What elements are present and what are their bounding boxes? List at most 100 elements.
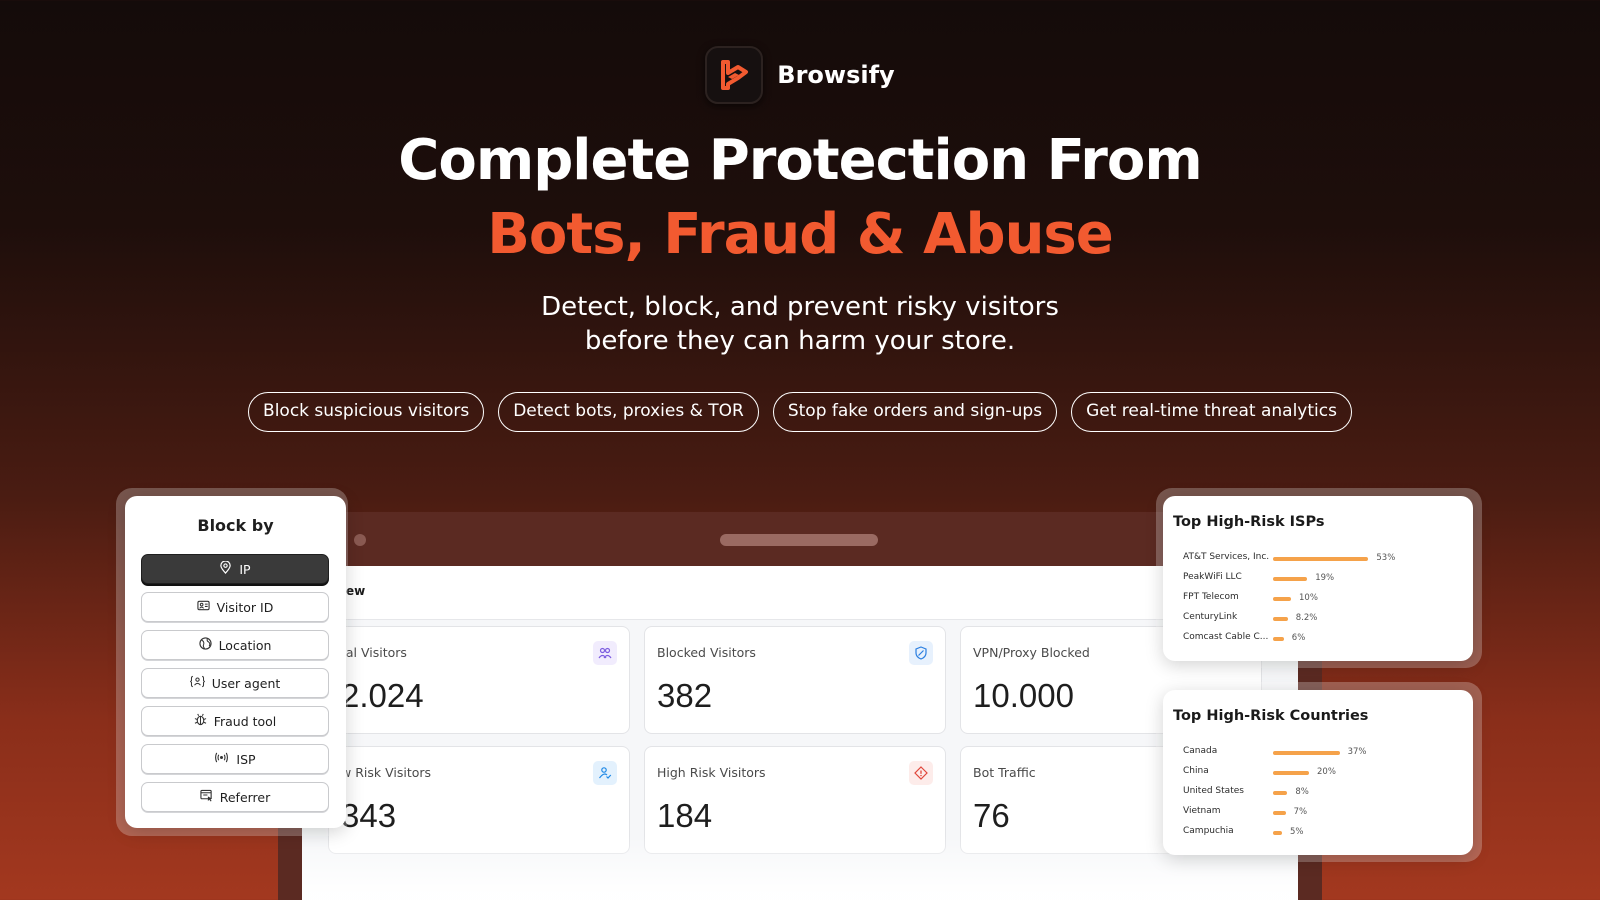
block-by-label: Location [218, 637, 272, 653]
stat-label: Bot Traffic [973, 765, 1036, 780]
block-by-location-button[interactable]: Location [141, 630, 329, 660]
country-pct: 5% [1290, 827, 1304, 837]
stat-value: 382 [657, 677, 713, 714]
hero-subtitle-line1: Detect, block, and prevent risky visitor… [541, 292, 1059, 322]
block-by-label: Fraud tool [213, 713, 277, 729]
isp-bar [1273, 557, 1369, 561]
isp-row: CenturyLink 8.2% [1183, 612, 1463, 626]
isp-name: AT&T Services, Inc. [1183, 552, 1270, 562]
country-name: Canada [1183, 746, 1218, 756]
stat-value: 2.024 [341, 677, 424, 714]
isp-bar [1273, 637, 1284, 641]
warning-diamond-icon [909, 761, 933, 785]
top-countries-title: Top High-Risk Countries [1173, 708, 1369, 724]
stat-label: tal Visitors [341, 645, 407, 660]
country-name: China [1183, 766, 1209, 776]
block-by-ip-button[interactable]: IP [141, 554, 329, 584]
country-pct: 7% [1293, 807, 1308, 817]
stat-label: Blocked Visitors [657, 645, 756, 660]
country-bar [1273, 811, 1286, 815]
isp-pct: 6% [1291, 633, 1306, 643]
block-by-fraud-tool-button[interactable]: Fraud tool [141, 706, 329, 736]
country-name: United States [1183, 786, 1244, 796]
block-by-visitor-id-button[interactable]: Visitor ID [141, 592, 329, 622]
users-icon [593, 641, 617, 665]
isp-pct: 10% [1299, 593, 1318, 603]
country-name: Campuchia [1183, 826, 1234, 836]
block-by-user-agent-button[interactable]: User agent [141, 668, 329, 698]
block-by-label: User agent [211, 675, 281, 691]
pill-threat-analytics: Get real-time threat analytics [1071, 392, 1352, 432]
hero-subtitle-line2: before they can harm your store. [584, 326, 1016, 356]
stat-value: 184 [657, 797, 713, 834]
location-pin-icon [219, 560, 232, 577]
stat-value: 10.000 [973, 677, 1074, 714]
dashboard-screen: ew tal Visitors 2.024 Blocked Visitors 3… [302, 566, 1298, 900]
country-row: Vietnam 7% [1183, 806, 1463, 820]
block-by-label: ISP [236, 751, 256, 767]
country-row: Campuchia 5% [1183, 826, 1463, 840]
broadcast-icon [214, 751, 229, 767]
block-by-label: Referrer [219, 789, 271, 805]
brand-name: Browsify [777, 61, 895, 89]
bug-icon [194, 713, 207, 729]
block-by-card: Block by IP Visitor ID Location User age… [125, 496, 346, 828]
hero-subtitle: Detect, block, and prevent risky visitor… [0, 290, 1600, 358]
isp-row: PeakWiFi LLC 19% [1183, 572, 1463, 586]
block-by-title: Block by [197, 516, 274, 535]
camera-dot [354, 534, 366, 546]
stat-value: 76 [973, 797, 1010, 834]
stat-value: 343 [341, 797, 397, 834]
user-agent-icon [189, 675, 205, 691]
country-bar [1273, 831, 1282, 835]
brand-header: Browsify [0, 46, 1600, 104]
user-check-icon [593, 761, 617, 785]
stat-label: High Risk Visitors [657, 765, 766, 780]
screen-fade [302, 836, 1298, 900]
id-card-icon [197, 599, 210, 615]
isp-pct: 19% [1315, 573, 1335, 583]
top-countries-card: Top High-Risk Countries Canada 37% China 20… [1163, 690, 1473, 855]
country-pct: 37% [1347, 747, 1367, 757]
isp-row: FPT Telecom 10% [1183, 592, 1463, 606]
shield-blocked-icon [909, 641, 933, 665]
isp-name: FPT Telecom [1183, 592, 1239, 602]
block-by-isp-button[interactable]: ISP [141, 744, 329, 774]
browsify-logo-icon [705, 46, 764, 104]
feature-pills: Block suspicious visitors Detect bots, p… [0, 392, 1600, 432]
country-name: Vietnam [1183, 806, 1221, 816]
hero-title: Complete Protection From Bots, Fraud & A… [0, 128, 1600, 268]
isp-row: Comcast Cable C... 6% [1183, 632, 1463, 646]
stat-card-blocked-visitors[interactable]: Blocked Visitors 382 [644, 626, 946, 734]
isp-bar [1273, 597, 1291, 601]
referrer-icon [200, 789, 213, 805]
pill-stop-fake-orders: Stop fake orders and sign-ups [772, 392, 1058, 432]
block-by-label: IP [239, 561, 251, 577]
pill-detect-bots: Detect bots, proxies & TOR [498, 392, 759, 432]
block-by-referrer-button[interactable]: Referrer [141, 782, 329, 812]
globe-icon [198, 637, 212, 653]
block-by-label: Visitor ID [216, 599, 274, 615]
isp-bar [1273, 617, 1288, 621]
stat-label: w Risk Visitors [341, 765, 432, 780]
country-row: China 20% [1183, 766, 1463, 780]
country-pct: 20% [1317, 767, 1336, 777]
country-row: United States 8% [1183, 786, 1463, 800]
isp-bar [1273, 577, 1308, 581]
isp-row: AT&T Services, Inc. 53% [1183, 552, 1463, 566]
isp-pct: 8.2% [1295, 613, 1318, 623]
country-bar [1273, 791, 1288, 795]
dashboard-header: ew [302, 566, 1298, 620]
isp-pct: 53% [1376, 553, 1396, 563]
country-bar [1273, 771, 1309, 775]
country-bar [1273, 751, 1340, 755]
country-pct: 8% [1295, 787, 1309, 797]
country-row: Canada 37% [1183, 746, 1463, 760]
hero-title-line1: Complete Protection From [398, 128, 1202, 193]
stat-label: VPN/Proxy Blocked [973, 645, 1090, 660]
top-isps-card: Top High-Risk ISPs AT&T Services, Inc. 53… [1163, 496, 1473, 661]
isp-name: CenturyLink [1183, 612, 1238, 622]
pill-block-suspicious: Block suspicious visitors [248, 392, 485, 432]
stat-card-total-visitors[interactable]: tal Visitors 2.024 [328, 626, 630, 734]
laptop-notch [720, 534, 878, 546]
